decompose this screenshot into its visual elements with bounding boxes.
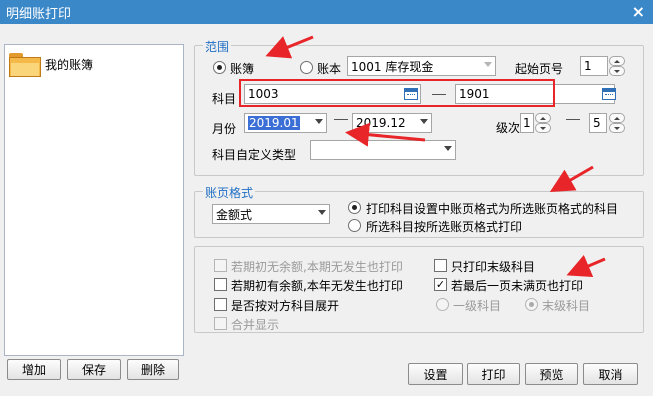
annotation-arrow	[566, 254, 606, 278]
annotation-arrow	[549, 165, 594, 193]
annotation-arrow	[265, 35, 314, 59]
annotation-arrows	[265, 35, 606, 278]
annotation-arrow	[345, 122, 426, 147]
